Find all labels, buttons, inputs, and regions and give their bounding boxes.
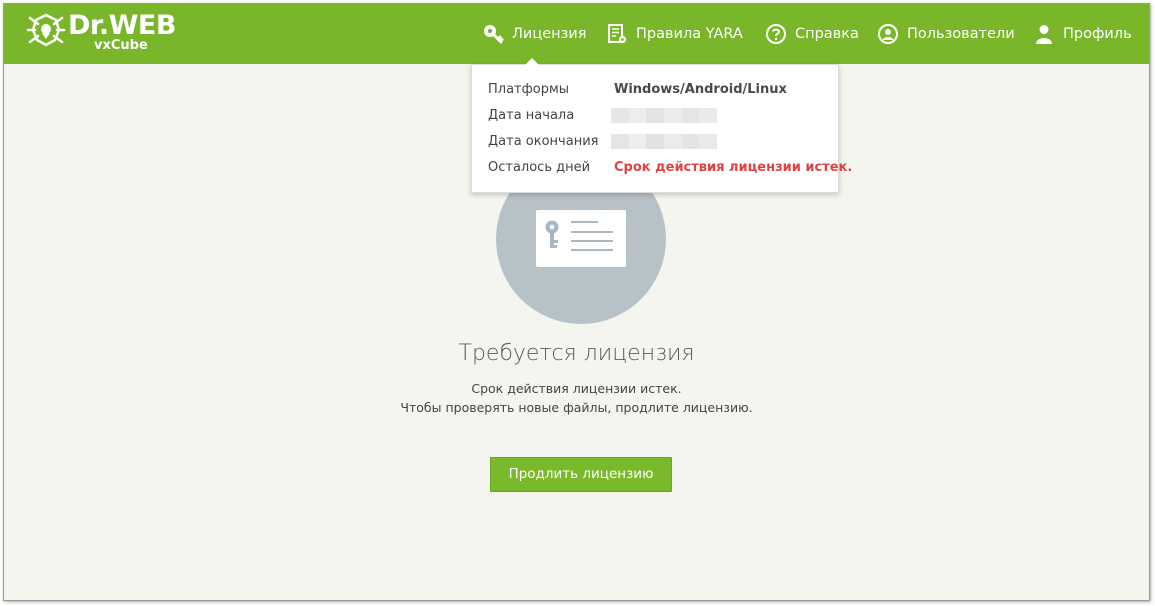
renew-license-button[interactable]: Продлить лицензию [490, 457, 672, 492]
license-expired-message: Срок действия лицензии истек. [471, 381, 682, 396]
nav-help[interactable]: Справка [765, 4, 859, 64]
logo-product-text: vxCube [94, 38, 148, 53]
renew-instruction-message: Чтобы проверять новые файлы, продлите ли… [400, 400, 753, 415]
page-title: Требуется лицензия [458, 341, 695, 366]
license-expired-status: Срок действия лицензии истек. [614, 160, 853, 175]
key-icon [482, 23, 504, 45]
spider-logo-icon [26, 13, 66, 47]
license-info-popup: Платформы Windows/Android/Linux Дата нач… [471, 58, 852, 193]
days-left-label: Осталось дней [488, 160, 591, 175]
end-date-value-redacted [611, 134, 718, 149]
nav-users-label: Пользователи [907, 26, 1015, 42]
start-date-label: Дата начала [488, 108, 575, 123]
popup-arrow [525, 58, 539, 65]
nav-profile-label: Профиль [1063, 26, 1132, 42]
drweb-logo[interactable]: Dr.WEB vxCube [26, 10, 206, 57]
nav-yara-label: Правила YARA [636, 26, 743, 42]
nav-profile[interactable]: Профиль [1033, 4, 1132, 64]
nav-license-label: Лицензия [512, 26, 587, 42]
question-circle-icon [765, 23, 787, 45]
nav-license[interactable]: Лицензия [482, 4, 586, 64]
nav-help-label: Справка [795, 26, 859, 42]
platforms-value: Windows/Android/Linux [614, 82, 787, 97]
app-window: Dr.WEB vxCube Лицензия Правила YARA Спра… [3, 3, 1150, 601]
platforms-label: Платформы [488, 82, 570, 97]
user-icon [1033, 23, 1055, 45]
start-date-value-redacted [611, 108, 718, 123]
license-card-key-icon [536, 210, 626, 267]
nav-users[interactable]: Пользователи [877, 4, 1015, 64]
user-circle-icon [877, 23, 899, 45]
document-settings-icon [606, 23, 628, 45]
nav-yara-rules[interactable]: Правила YARA [606, 4, 743, 64]
top-navbar: Dr.WEB vxCube Лицензия Правила YARA Спра… [4, 4, 1149, 64]
end-date-label: Дата окончания [488, 134, 599, 149]
